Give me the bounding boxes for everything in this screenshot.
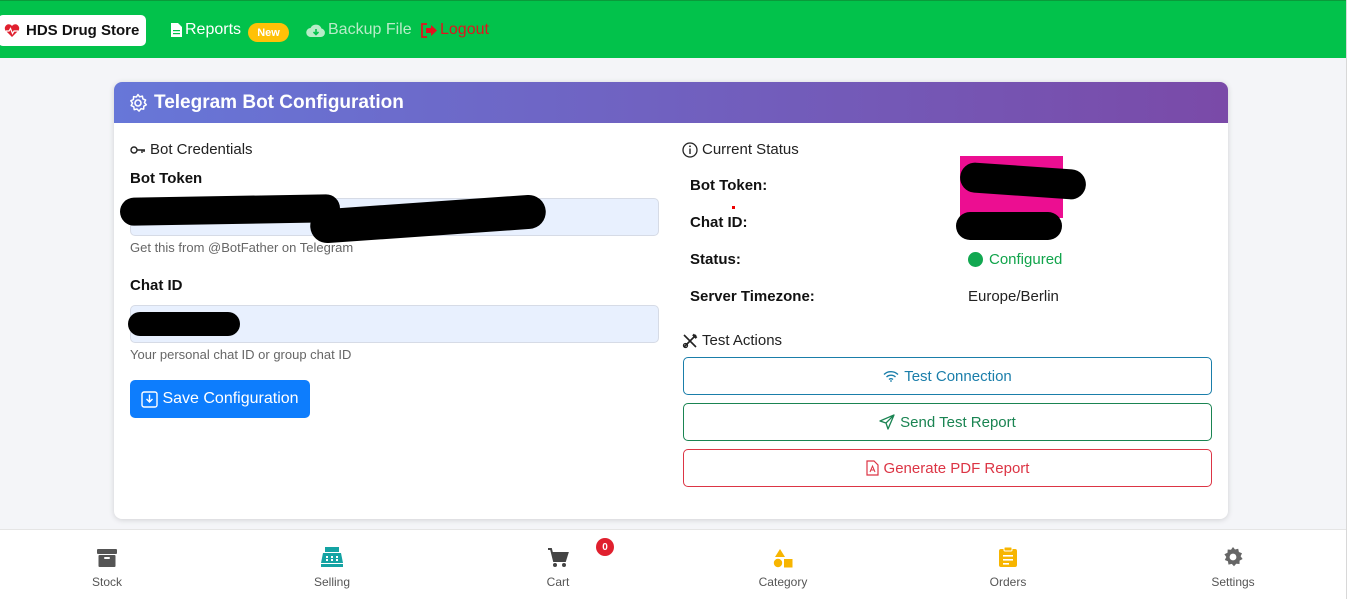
bot-credentials-title: Bot Credentials <box>150 141 253 158</box>
card-header: Telegram Bot Configuration <box>114 82 1228 123</box>
document-icon <box>171 23 182 37</box>
bottom-nav-settings[interactable]: Settings <box>1173 542 1293 589</box>
bot-token-label: Bot Token <box>130 170 203 187</box>
save-configuration-button[interactable]: Save Configuration <box>130 380 310 418</box>
nav-logout-label: Logout <box>440 21 489 38</box>
status-text: Configured <box>989 251 1063 268</box>
bottom-nav-selling[interactable]: Selling <box>272 542 392 589</box>
logout-icon <box>421 22 437 38</box>
gear-icon <box>130 93 148 112</box>
top-navbar: HDS Drug Store Reports New Backup File L… <box>0 0 1349 58</box>
bottom-nav-orders-label: Orders <box>989 575 1027 589</box>
nav-backup-label: Backup File <box>328 21 412 38</box>
clipboard-icon <box>999 546 1017 567</box>
gear-icon <box>1224 547 1243 567</box>
brand-name: HDS Drug Store <box>26 22 140 39</box>
status-label: Status: <box>690 251 741 268</box>
nav-reports-link[interactable]: Reports <box>170 21 241 39</box>
cart-icon <box>548 548 569 567</box>
download-icon <box>141 390 159 408</box>
status-chat-id-label: Chat ID: <box>690 214 748 231</box>
current-status-heading: Current Status <box>682 141 799 158</box>
generate-pdf-report-label: Generate PDF Report <box>883 459 1030 477</box>
send-test-report-label: Send Test Report <box>900 413 1016 431</box>
send-icon <box>879 414 895 430</box>
test-actions-heading: Test Actions <box>682 332 782 349</box>
bottom-navigation: Stock Selling Cart 0 Category Orders Set… <box>0 529 1346 599</box>
server-timezone-value: Europe/Berlin <box>968 288 1059 305</box>
card-title: Telegram Bot Configuration <box>154 91 404 113</box>
nav-reports-label: Reports <box>185 21 242 38</box>
current-status-title: Current Status <box>702 141 799 158</box>
bottom-nav-category[interactable]: Category <box>723 542 843 589</box>
bottom-nav-orders[interactable]: Orders <box>948 542 1068 589</box>
redaction-mark <box>128 312 240 336</box>
info-icon <box>682 141 698 158</box>
chat-id-help: Your personal chat ID or group chat ID <box>130 347 352 362</box>
bottom-nav-stock-label: Stock <box>91 575 122 589</box>
new-badge: New <box>248 23 289 42</box>
cart-count-badge: 0 <box>596 538 614 556</box>
bottom-nav-selling-label: Selling <box>313 575 351 589</box>
tools-icon <box>682 333 698 348</box>
status-dot-icon <box>968 252 983 267</box>
status-bot-token-label: Bot Token: <box>690 177 768 194</box>
key-icon <box>130 145 145 154</box>
nav-logout-link[interactable]: Logout <box>420 21 489 39</box>
heart-pulse-icon <box>4 23 20 37</box>
bottom-nav-category-label: Category <box>758 575 808 589</box>
bottom-nav-settings-label: Settings <box>1211 575 1255 589</box>
cloud-download-icon <box>306 24 325 37</box>
pdf-file-icon <box>865 460 879 476</box>
server-timezone-label: Server Timezone: <box>690 288 815 305</box>
save-configuration-label: Save Configuration <box>162 390 299 407</box>
test-actions-title: Test Actions <box>702 332 783 349</box>
wifi-icon <box>883 370 899 382</box>
generate-pdf-report-button[interactable]: Generate PDF Report <box>683 449 1212 487</box>
shapes-icon <box>773 549 793 568</box>
redaction-mark <box>956 212 1062 240</box>
nav-backup-link[interactable]: Backup File <box>306 21 412 39</box>
cash-register-icon <box>321 547 343 567</box>
brand-link[interactable]: HDS Drug Store <box>0 15 146 46</box>
archive-icon <box>97 549 117 567</box>
telegram-config-card: Telegram Bot Configuration Bot Credentia… <box>114 82 1228 519</box>
send-test-report-button[interactable]: Send Test Report <box>683 403 1212 441</box>
bottom-nav-cart-label: Cart <box>546 575 570 589</box>
chat-id-label: Chat ID <box>130 277 183 294</box>
status-value: Configured <box>968 251 1062 268</box>
red-dot-mark <box>732 206 735 209</box>
redaction-mark <box>119 194 341 226</box>
test-connection-button[interactable]: Test Connection <box>683 357 1212 395</box>
test-connection-label: Test Connection <box>904 367 1012 385</box>
bot-credentials-heading: Bot Credentials <box>130 141 253 158</box>
bot-token-help: Get this from @BotFather on Telegram <box>130 240 354 255</box>
bottom-nav-stock[interactable]: Stock <box>47 542 167 589</box>
